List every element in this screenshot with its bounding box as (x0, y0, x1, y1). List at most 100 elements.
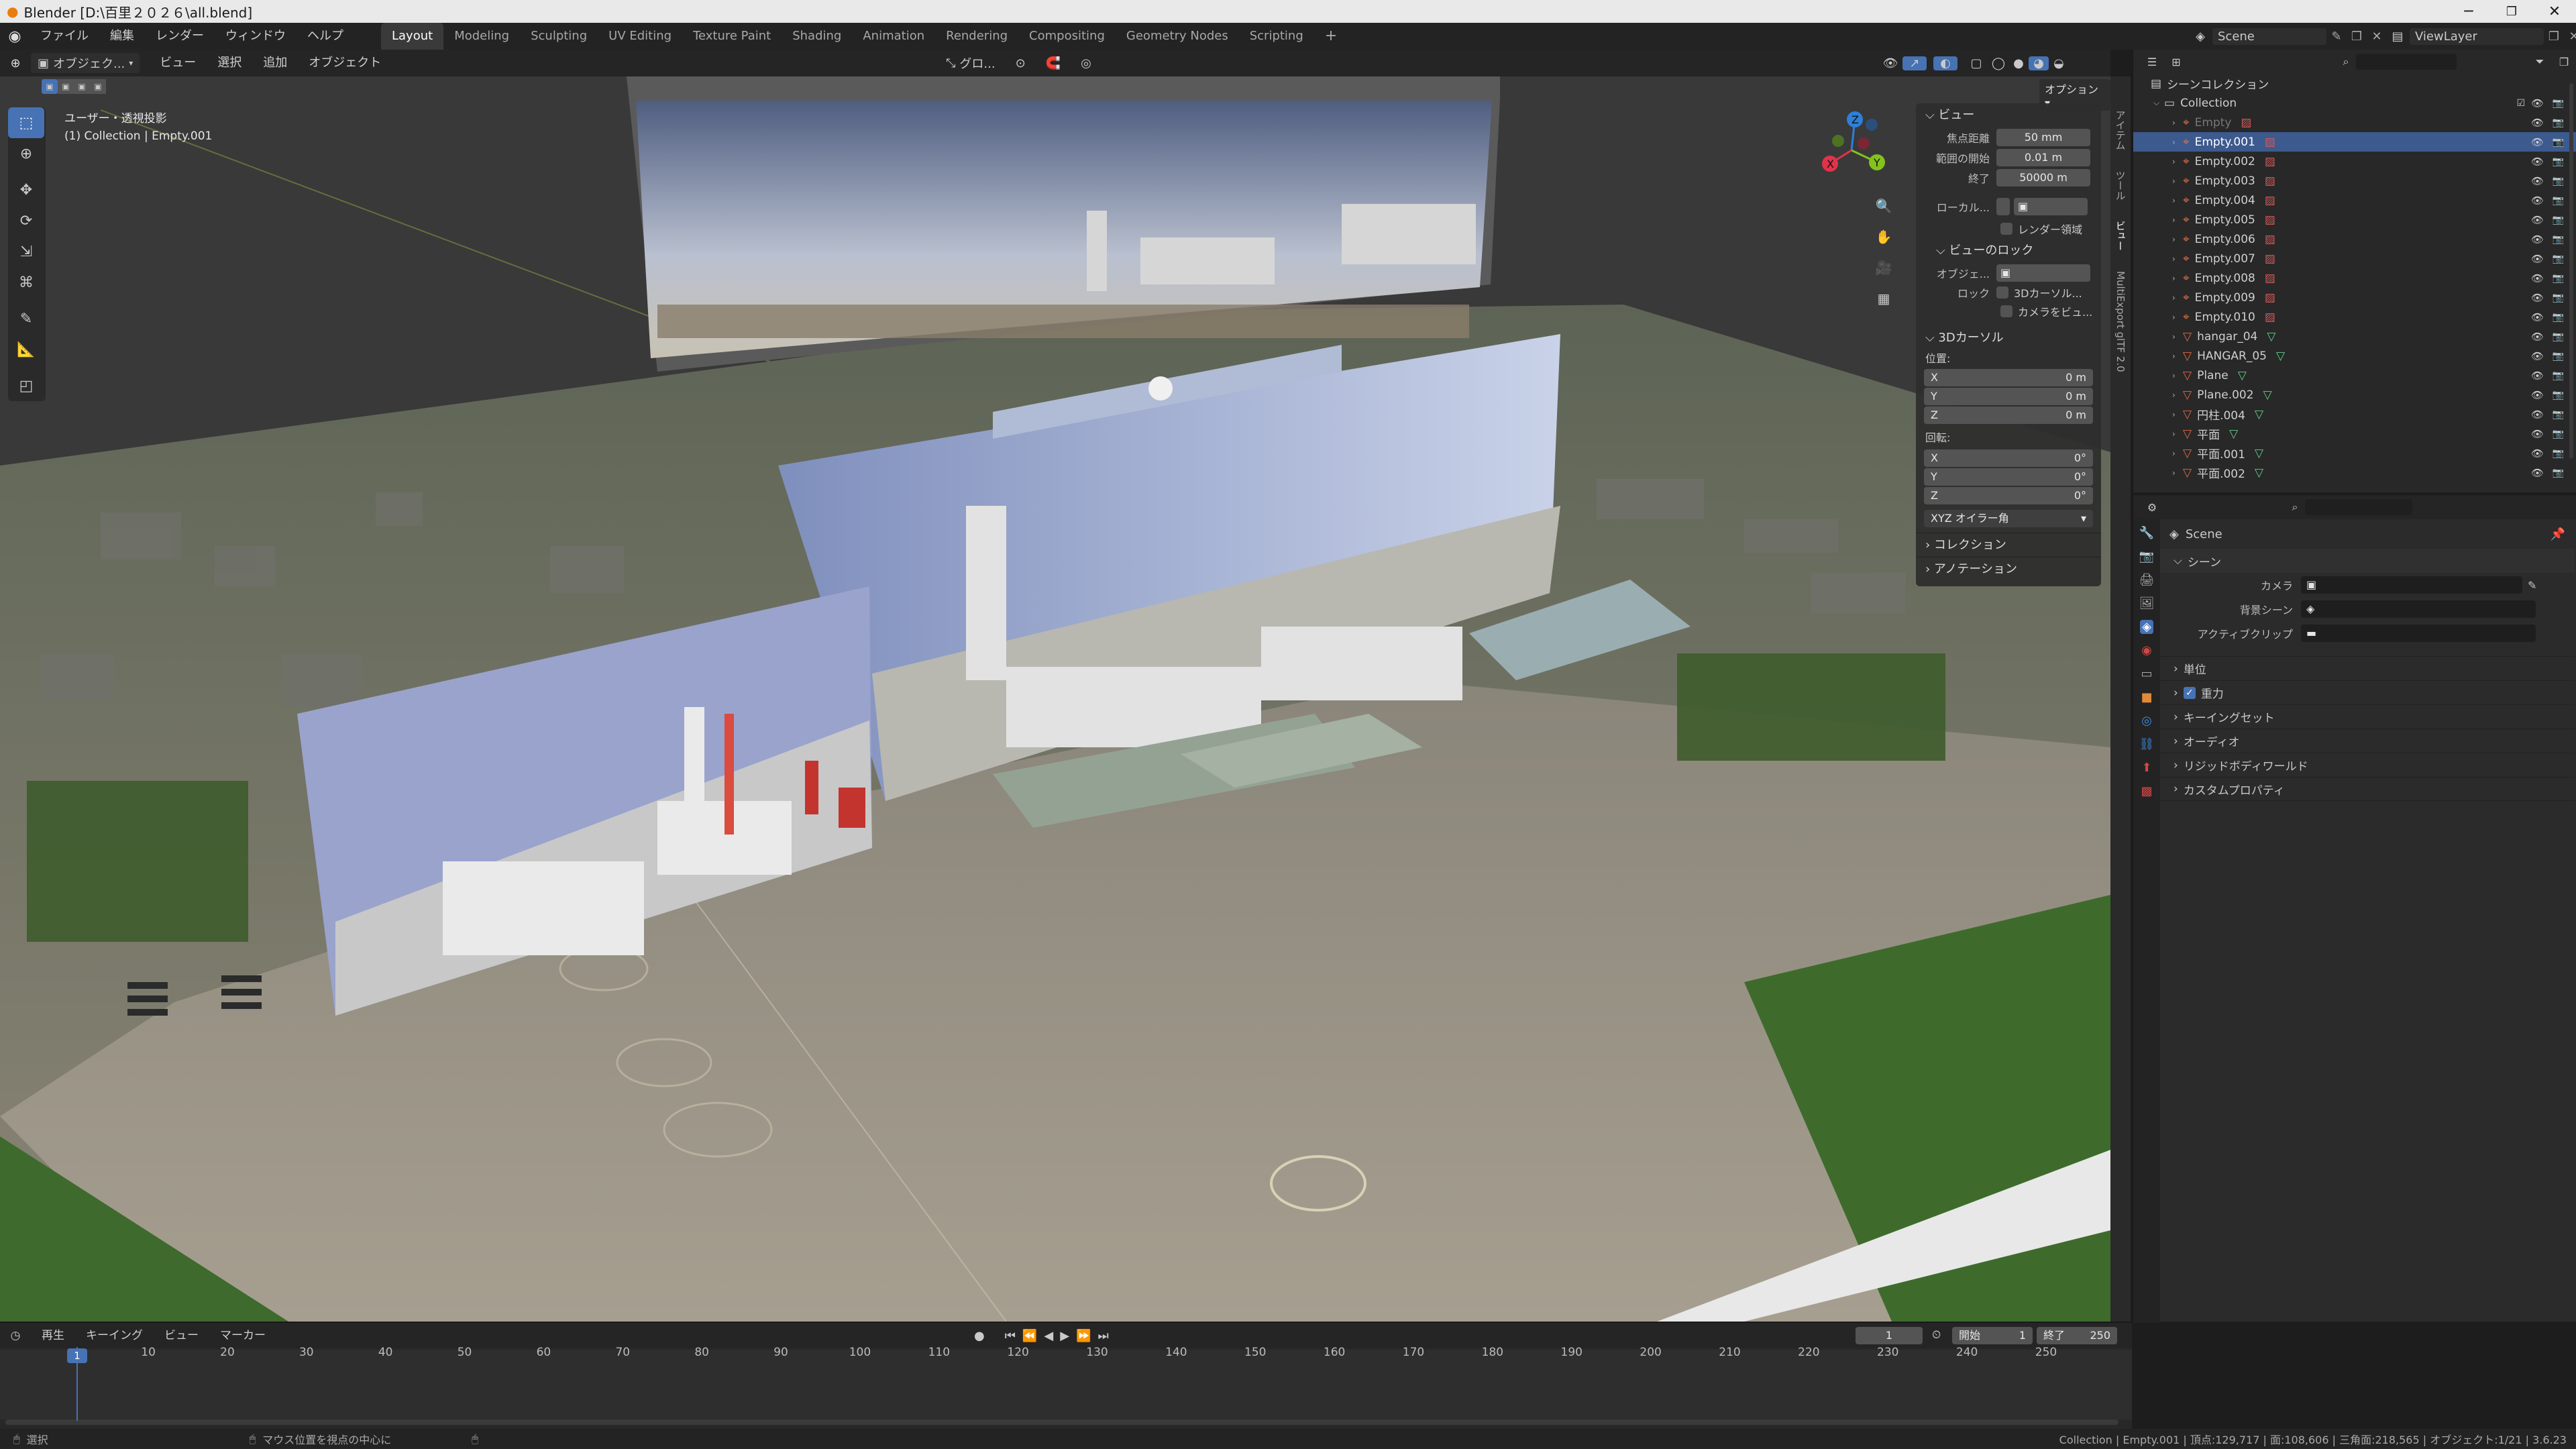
clock-icon[interactable]: ⏲ (1932, 1328, 1941, 1342)
jump-end-icon[interactable]: ⏭ (1097, 1329, 1108, 1343)
scene-props-icon[interactable]: ◈ (2140, 620, 2153, 634)
pivot-icon[interactable]: ⊙ (1016, 56, 1026, 70)
rotate-tool-icon[interactable]: ⟳ (8, 205, 44, 236)
focal-length-field[interactable]: 50 mm (1996, 129, 2090, 146)
snap-icon[interactable]: 🧲 (1046, 56, 1061, 70)
end-frame-field[interactable]: 終了 250 (2037, 1327, 2117, 1344)
camera-icon[interactable]: 📷 (2553, 312, 2564, 323)
menu-timeline-view[interactable]: ビュー (154, 1323, 209, 1348)
menu-add[interactable]: 追加 (252, 50, 298, 76)
outliner-item[interactable]: › ▽ 平面.002 ▽ 👁 📷 (2133, 463, 2576, 482)
search-icon[interactable]: ⌕ (2336, 55, 2356, 68)
rendered-shading-icon[interactable]: ◒ (2049, 56, 2069, 70)
expand-icon[interactable]: › (2172, 254, 2179, 264)
blender-menu-icon[interactable]: ◉ (0, 28, 30, 45)
minimize-icon[interactable]: ─ (2447, 3, 2490, 20)
rigid-body-world-panel-header[interactable]: › リジッドボディワールド (2160, 753, 2575, 777)
menu-view[interactable]: ビュー (149, 50, 207, 76)
expand-icon[interactable]: › (2172, 468, 2179, 478)
menu-marker[interactable]: マーカー (209, 1323, 276, 1348)
lock-3dcursor-checkbox[interactable] (1996, 286, 2008, 299)
camera-icon[interactable]: 📷 (2553, 351, 2564, 362)
render-region-checkbox[interactable] (2000, 223, 2012, 235)
tab-compositing[interactable]: Compositing (1018, 23, 1116, 50)
eye-icon[interactable]: 👁 (2531, 175, 2544, 187)
tab-item[interactable]: アイテム (2114, 110, 2128, 150)
camera-icon[interactable]: 📷 (2553, 234, 2564, 245)
expand-icon[interactable]: › (2172, 429, 2179, 439)
eye-icon[interactable]: 👁 (2531, 195, 2544, 207)
outliner-item[interactable]: › ⌖ Empty.010 ▨ 👁 📷 (2133, 307, 2576, 327)
outliner-item[interactable]: › ▽ 円柱.004 ▽ 👁 📷 (2133, 405, 2576, 424)
outliner-item[interactable]: › ⌖ Empty.001 ▨ 👁 📷 (2133, 132, 2576, 152)
camera-icon[interactable]: 📷 (2553, 429, 2564, 439)
new-collection-icon[interactable]: ❐ (2552, 56, 2576, 68)
audio-panel-header[interactable]: › オーディオ (2160, 729, 2575, 753)
camera-icon[interactable]: 📷 (2553, 448, 2564, 459)
mesh-data-icon[interactable]: ▽ (2263, 388, 2272, 402)
select-new-icon[interactable]: ▣ (42, 79, 58, 94)
image-data-icon[interactable]: ▨ (2241, 116, 2251, 129)
tab-modeling[interactable]: Modeling (443, 23, 520, 50)
select-intersect-icon[interactable]: ▣ (90, 79, 106, 94)
outliner-item[interactable]: › ⌖ Empty.002 ▨ 👁 📷 (2133, 152, 2576, 171)
collection-row[interactable]: ⌵ ▭ Collection ☑ 👁 📷 (2133, 93, 2576, 113)
3d-cursor-header[interactable]: ⌵ 3Dカーソル (1916, 326, 2101, 350)
cursor-location-y[interactable]: Y0 m (1924, 388, 2093, 405)
camera-icon[interactable]: 📷 (2553, 331, 2564, 342)
move-tool-icon[interactable]: ✥ (8, 174, 44, 205)
pin-icon[interactable]: 📌 (2551, 527, 2565, 541)
physics-props-icon[interactable]: ◎ (2141, 714, 2152, 728)
menu-object[interactable]: オブジェクト (298, 50, 392, 76)
close-icon[interactable]: ✕ (2533, 3, 2576, 20)
expand-icon[interactable]: › (2172, 293, 2179, 303)
outliner-item[interactable]: › ⌖ Empty.005 ▨ 👁 📷 (2133, 210, 2576, 229)
image-data-icon[interactable]: ▨ (2265, 213, 2275, 227)
image-data-icon[interactable]: ▨ (2265, 311, 2275, 324)
expand-icon[interactable]: › (2172, 332, 2179, 341)
active-clip-field[interactable]: ▬ (2301, 625, 2536, 642)
eye-icon[interactable]: 👁 (2531, 311, 2544, 323)
prev-keyframe-icon[interactable]: ⏪ (1022, 1329, 1037, 1343)
render-props-icon[interactable]: 📷 (2139, 549, 2154, 564)
camera-icon[interactable]: 📷 (2553, 390, 2564, 400)
timeline-track-area[interactable] (0, 1350, 2132, 1419)
eye-icon[interactable]: 👁 (2531, 428, 2544, 440)
cursor-rotation-y[interactable]: Y 0° (1924, 468, 2093, 486)
mesh-data-icon[interactable]: ▽ (2238, 369, 2247, 382)
tool-props-icon[interactable]: 🔧 (2139, 526, 2154, 540)
camera-icon[interactable]: 📷 (2553, 254, 2564, 264)
playhead-marker[interactable]: 1 (67, 1348, 87, 1363)
editor-type-icon[interactable]: ⊕ (0, 56, 31, 70)
image-data-icon[interactable]: ▨ (2265, 272, 2275, 285)
mesh-data-icon[interactable]: ▽ (2255, 447, 2263, 460)
new-layer-icon[interactable]: ❐ (2544, 30, 2564, 44)
outliner-item[interactable]: › ⌖ Empty.004 ▨ 👁 📷 (2133, 191, 2576, 210)
eye-icon[interactable]: 👁 (2531, 214, 2544, 226)
eye-icon[interactable]: 👁 (2531, 233, 2544, 246)
view-panel-header[interactable]: ⌵ ビュー (1916, 103, 2101, 127)
outliner-item[interactable]: › ⌖ Empty.003 ▨ 👁 📷 (2133, 171, 2576, 191)
eye-icon[interactable]: 👁 (2531, 350, 2544, 362)
add-workspace-icon[interactable]: + (1314, 23, 1348, 50)
units-panel-header[interactable]: › 単位 (2160, 656, 2575, 680)
eye-icon[interactable]: 👁 (2531, 136, 2544, 148)
annotate-tool-icon[interactable]: ✎ (8, 303, 44, 334)
tab-rendering[interactable]: Rendering (935, 23, 1018, 50)
expand-icon[interactable]: › (2172, 352, 2179, 361)
menu-help[interactable]: ヘルプ (297, 23, 354, 50)
timeline-editor-icon[interactable]: ◷ (0, 1329, 31, 1342)
menu-render[interactable]: レンダー (145, 23, 215, 50)
search-icon[interactable]: ⌕ (2285, 500, 2305, 514)
mode-dropdown[interactable]: ▣ オブジェク... ▾ (31, 53, 140, 73)
perspective-toggle-icon[interactable]: ▦ (1872, 283, 1896, 314)
menu-select[interactable]: 選択 (207, 50, 252, 76)
camera-icon[interactable]: 📷 (2553, 409, 2564, 420)
lock-object-field[interactable]: ▣ (1996, 264, 2090, 282)
camera-icon[interactable]: 📷 (2553, 137, 2564, 148)
expand-icon[interactable]: › (2172, 157, 2179, 166)
scale-tool-icon[interactable]: ⇲ (8, 236, 44, 267)
eye-icon[interactable]: 👁 (2531, 331, 2544, 343)
play-icon[interactable]: ▶ (1060, 1329, 1069, 1343)
custom-properties-panel-header[interactable]: › カスタムプロパティ (2160, 777, 2575, 801)
